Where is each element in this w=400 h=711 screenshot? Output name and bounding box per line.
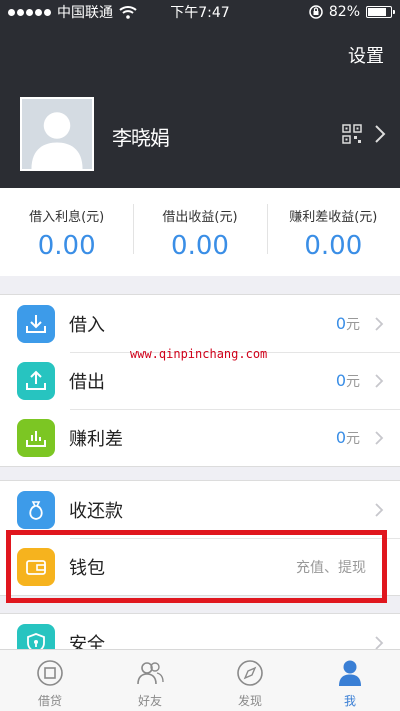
compass-icon (237, 660, 263, 686)
battery-percent: 82% (328, 4, 360, 20)
chevron-right-icon[interactable] (374, 124, 386, 144)
chart-tray-icon (17, 418, 55, 457)
tab-label: 发现 (237, 694, 262, 708)
orientation-lock-icon (309, 5, 323, 19)
stat-borrow-interest[interactable]: 借入利息(元) 0.00 (0, 188, 133, 276)
menu-group-security: 安全 (0, 613, 400, 653)
menu-item-spread[interactable]: 赚利差 0元 (0, 409, 400, 466)
stat-label: 借出收益(元) (162, 210, 238, 225)
loan-icon (37, 660, 63, 686)
menu-item-label: 赚利差 (69, 428, 123, 450)
stat-value: 0.00 (171, 231, 229, 261)
money-bag-icon (17, 490, 55, 529)
upload-tray-icon (17, 361, 55, 400)
chevron-right-icon (375, 316, 384, 331)
tab-discover[interactable]: 发现 (200, 650, 300, 711)
earnings-summary: 借入利息(元) 0.00 借出收益(元) 0.00 赚利差收益(元) 0.00 (0, 188, 400, 276)
menu-item-value: 0元 (335, 370, 360, 390)
stat-value: 0.00 (304, 231, 363, 261)
friends-icon (137, 662, 164, 685)
watermark-text: www.qinpinchang.com (130, 347, 268, 361)
menu-item-value: 0元 (335, 427, 360, 447)
stat-value: 0.00 (37, 231, 96, 261)
settings-button[interactable]: 设置 (348, 42, 384, 68)
avatar-placeholder-icon (31, 112, 83, 169)
menu-item-label: 借入 (69, 314, 105, 336)
signal-dots-icon (8, 8, 51, 16)
menu-item-security[interactable]: 安全 (0, 614, 400, 653)
tab-friends[interactable]: 好友 (100, 650, 200, 711)
status-bar: 中国联通 下午7:47 82% (0, 0, 400, 24)
menu-item-borrow[interactable]: 借入 0元 (0, 295, 400, 352)
tab-bar: 借贷 好友 发现 我 (0, 649, 400, 711)
profile-header: 中国联通 下午7:47 82% 设置 李晓娟 (0, 0, 400, 188)
carrier-name: 中国联通 (57, 5, 113, 21)
stat-label: 赚利差收益(元) (289, 210, 378, 225)
chevron-right-icon (375, 502, 384, 517)
avatar[interactable] (20, 97, 94, 171)
chevron-right-icon (375, 430, 384, 445)
tab-me[interactable]: 我 (300, 650, 400, 711)
menu-item-value: 0元 (335, 313, 360, 333)
menu-item-label: 收还款 (69, 500, 123, 522)
wallet-highlight-box (6, 530, 387, 603)
tab-label: 借贷 (37, 694, 62, 708)
menu-group-loans: 借入 0元 借出 0元 赚利差 0元 (0, 294, 400, 467)
menu-item-label: 借出 (69, 371, 105, 393)
download-tray-icon (17, 304, 55, 343)
battery-icon (366, 6, 395, 18)
stat-label: 借入利息(元) (29, 210, 105, 225)
tab-label: 我 (343, 694, 356, 708)
username: 李晓娟 (112, 126, 170, 150)
wifi-icon (119, 6, 137, 19)
qr-code-icon[interactable] (342, 124, 362, 144)
person-icon (339, 660, 361, 686)
tab-loan[interactable]: 借贷 (0, 650, 100, 711)
stat-lend-income[interactable]: 借出收益(元) 0.00 (133, 188, 266, 276)
tab-label: 好友 (137, 694, 162, 708)
chevron-right-icon (375, 373, 384, 388)
stat-spread-income[interactable]: 赚利差收益(元) 0.00 (266, 188, 400, 276)
